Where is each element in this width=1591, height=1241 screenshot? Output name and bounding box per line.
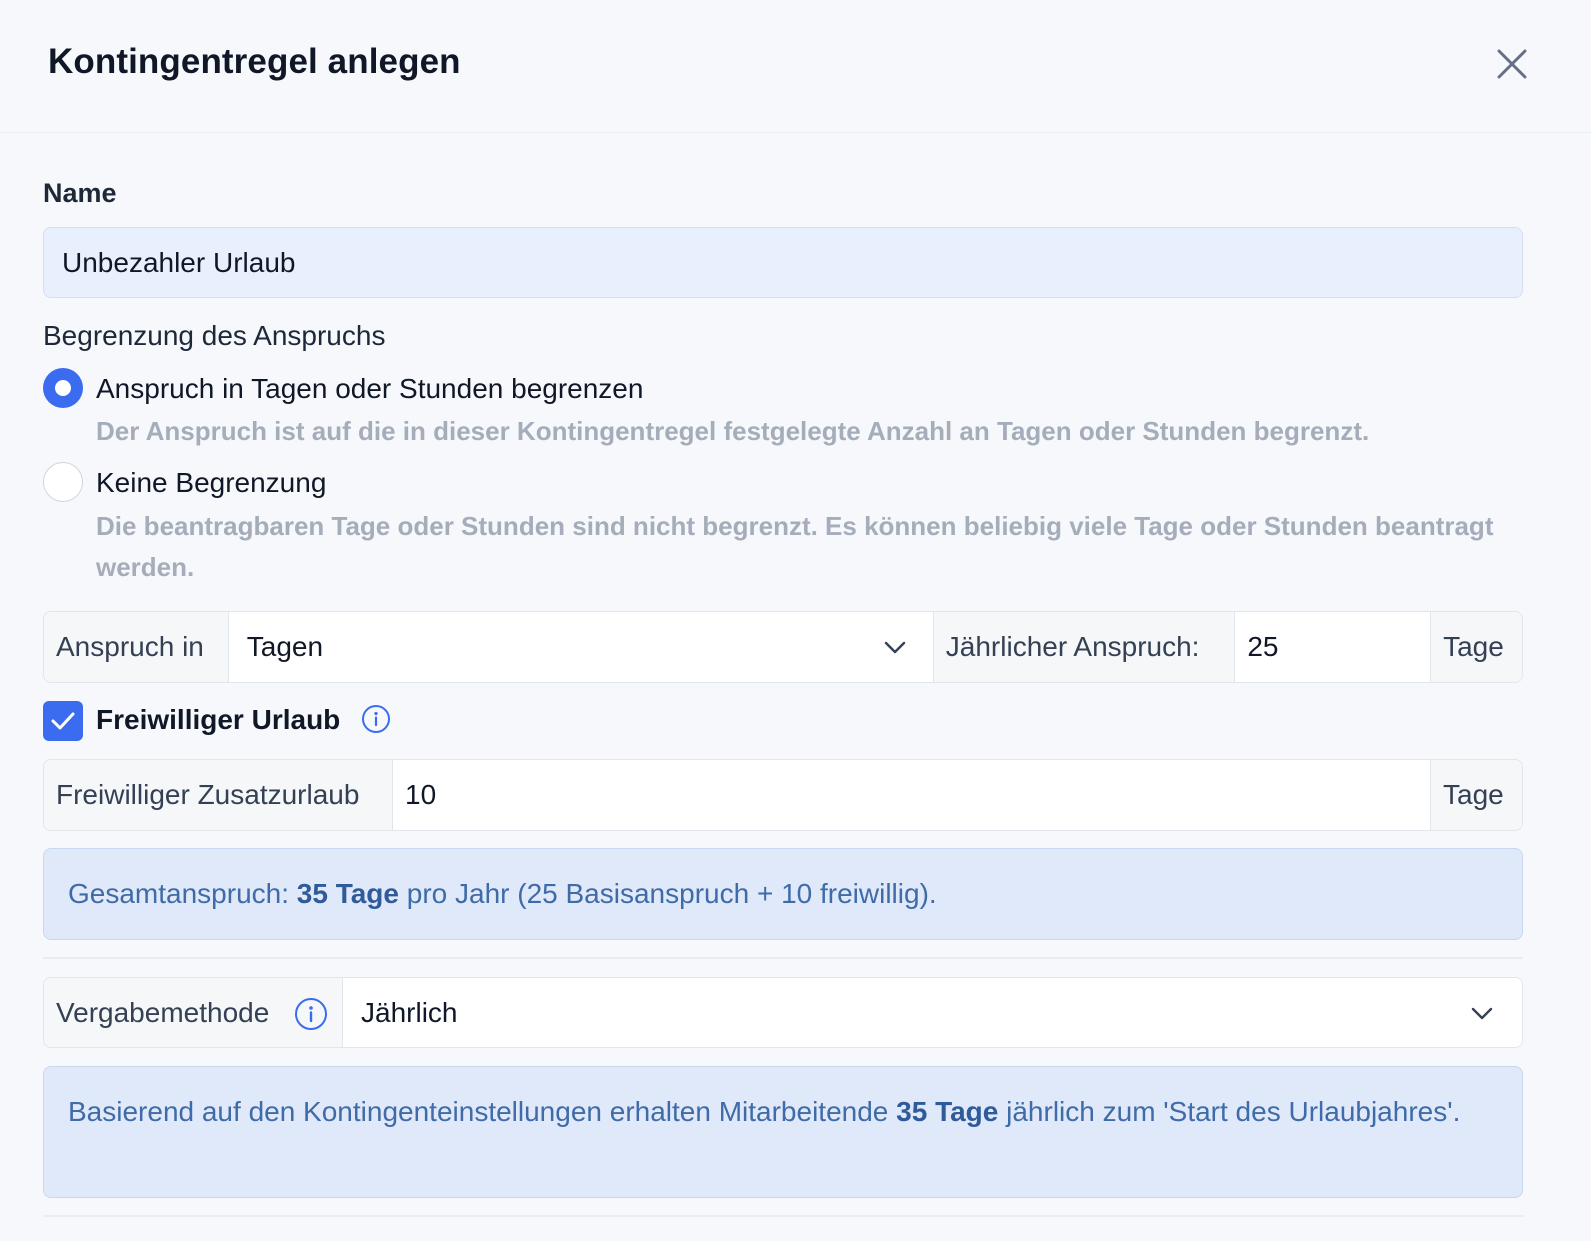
divider-bottom (43, 1215, 1523, 1217)
voluntary-extra-row: Freiwilliger Zusatzurlaub 10 Tage (43, 759, 1523, 831)
chevron-down-icon (1471, 1007, 1493, 1019)
voluntary-extra-input[interactable]: 10 (392, 760, 1430, 830)
voluntary-extra-suffix: Tage (1430, 760, 1522, 830)
total-alert-prefix: Gesamtanspruch: (68, 878, 297, 909)
radio-no-limit-description: Die beantragbaren Tage oder Stunden sind… (96, 511, 1494, 582)
unit-select[interactable]: Tagen (227, 612, 933, 682)
dialog-header: Kontingentregel anlegen (0, 0, 1591, 133)
total-alert: Gesamtanspruch: 35 Tage pro Jahr (25 Bas… (43, 848, 1523, 940)
method-row: Vergabemethode Jährlich (43, 977, 1523, 1048)
divider (43, 957, 1523, 959)
unit-label: Anspruch in (44, 612, 228, 682)
method-alert: Basierend auf den Kontingenteinstellunge… (43, 1066, 1523, 1198)
radio-limit-enabled-description: Der Anspruch ist auf die in dieser Konti… (96, 416, 1370, 446)
close-icon (1497, 49, 1527, 79)
close-button[interactable] (1492, 44, 1532, 84)
method-select-value: Jährlich (361, 996, 458, 1028)
chevron-down-icon (884, 641, 905, 654)
name-label: Name (43, 178, 117, 208)
method-info-icon[interactable] (294, 997, 328, 1031)
voluntary-checkbox[interactable] (43, 701, 83, 741)
unit-select-value: Tagen (246, 631, 324, 662)
annual-input[interactable]: 25 (1234, 612, 1431, 682)
radio-no-limit-title[interactable]: Keine Begrenzung (96, 467, 326, 499)
method-alert-bold: 35 Tage (896, 1096, 999, 1127)
total-alert-suffix: pro Jahr (25 Basisanspruch + 10 freiwill… (398, 878, 937, 909)
radio-no-limit[interactable] (43, 462, 83, 502)
annual-label: Jährlicher Anspruch: (932, 612, 1235, 682)
voluntary-extra-label: Freiwilliger Zusatzurlaub (44, 760, 392, 830)
annual-suffix: Tage (1430, 612, 1522, 682)
radio-limit-enabled[interactable] (43, 368, 83, 408)
entitlement-row: Anspruch in Tagen Jährlicher Anspruch: 2… (43, 611, 1523, 683)
total-alert-bold: 35 Tage (296, 878, 399, 909)
limit-label: Begrenzung des Anspruchs (43, 320, 386, 351)
method-alert-suffix: jährlich zum 'Start des Urlaubjahres'. (998, 1096, 1461, 1127)
check-icon (51, 712, 75, 730)
voluntary-label[interactable]: Freiwilliger Urlaub (96, 704, 340, 736)
method-select[interactable]: Jährlich (342, 978, 1522, 1047)
name-input[interactable] (43, 227, 1523, 298)
method-label: Vergabemethode (56, 996, 270, 1028)
method-alert-prefix: Basierend auf den Kontingenteinstellunge… (68, 1096, 897, 1127)
dialog-title: Kontingentregel anlegen (48, 42, 461, 81)
radio-limit-enabled-title[interactable]: Anspruch in Tagen oder Stunden begrenzen (96, 373, 643, 405)
method-label-addon: Vergabemethode (44, 978, 342, 1047)
info-icon[interactable] (361, 704, 391, 734)
